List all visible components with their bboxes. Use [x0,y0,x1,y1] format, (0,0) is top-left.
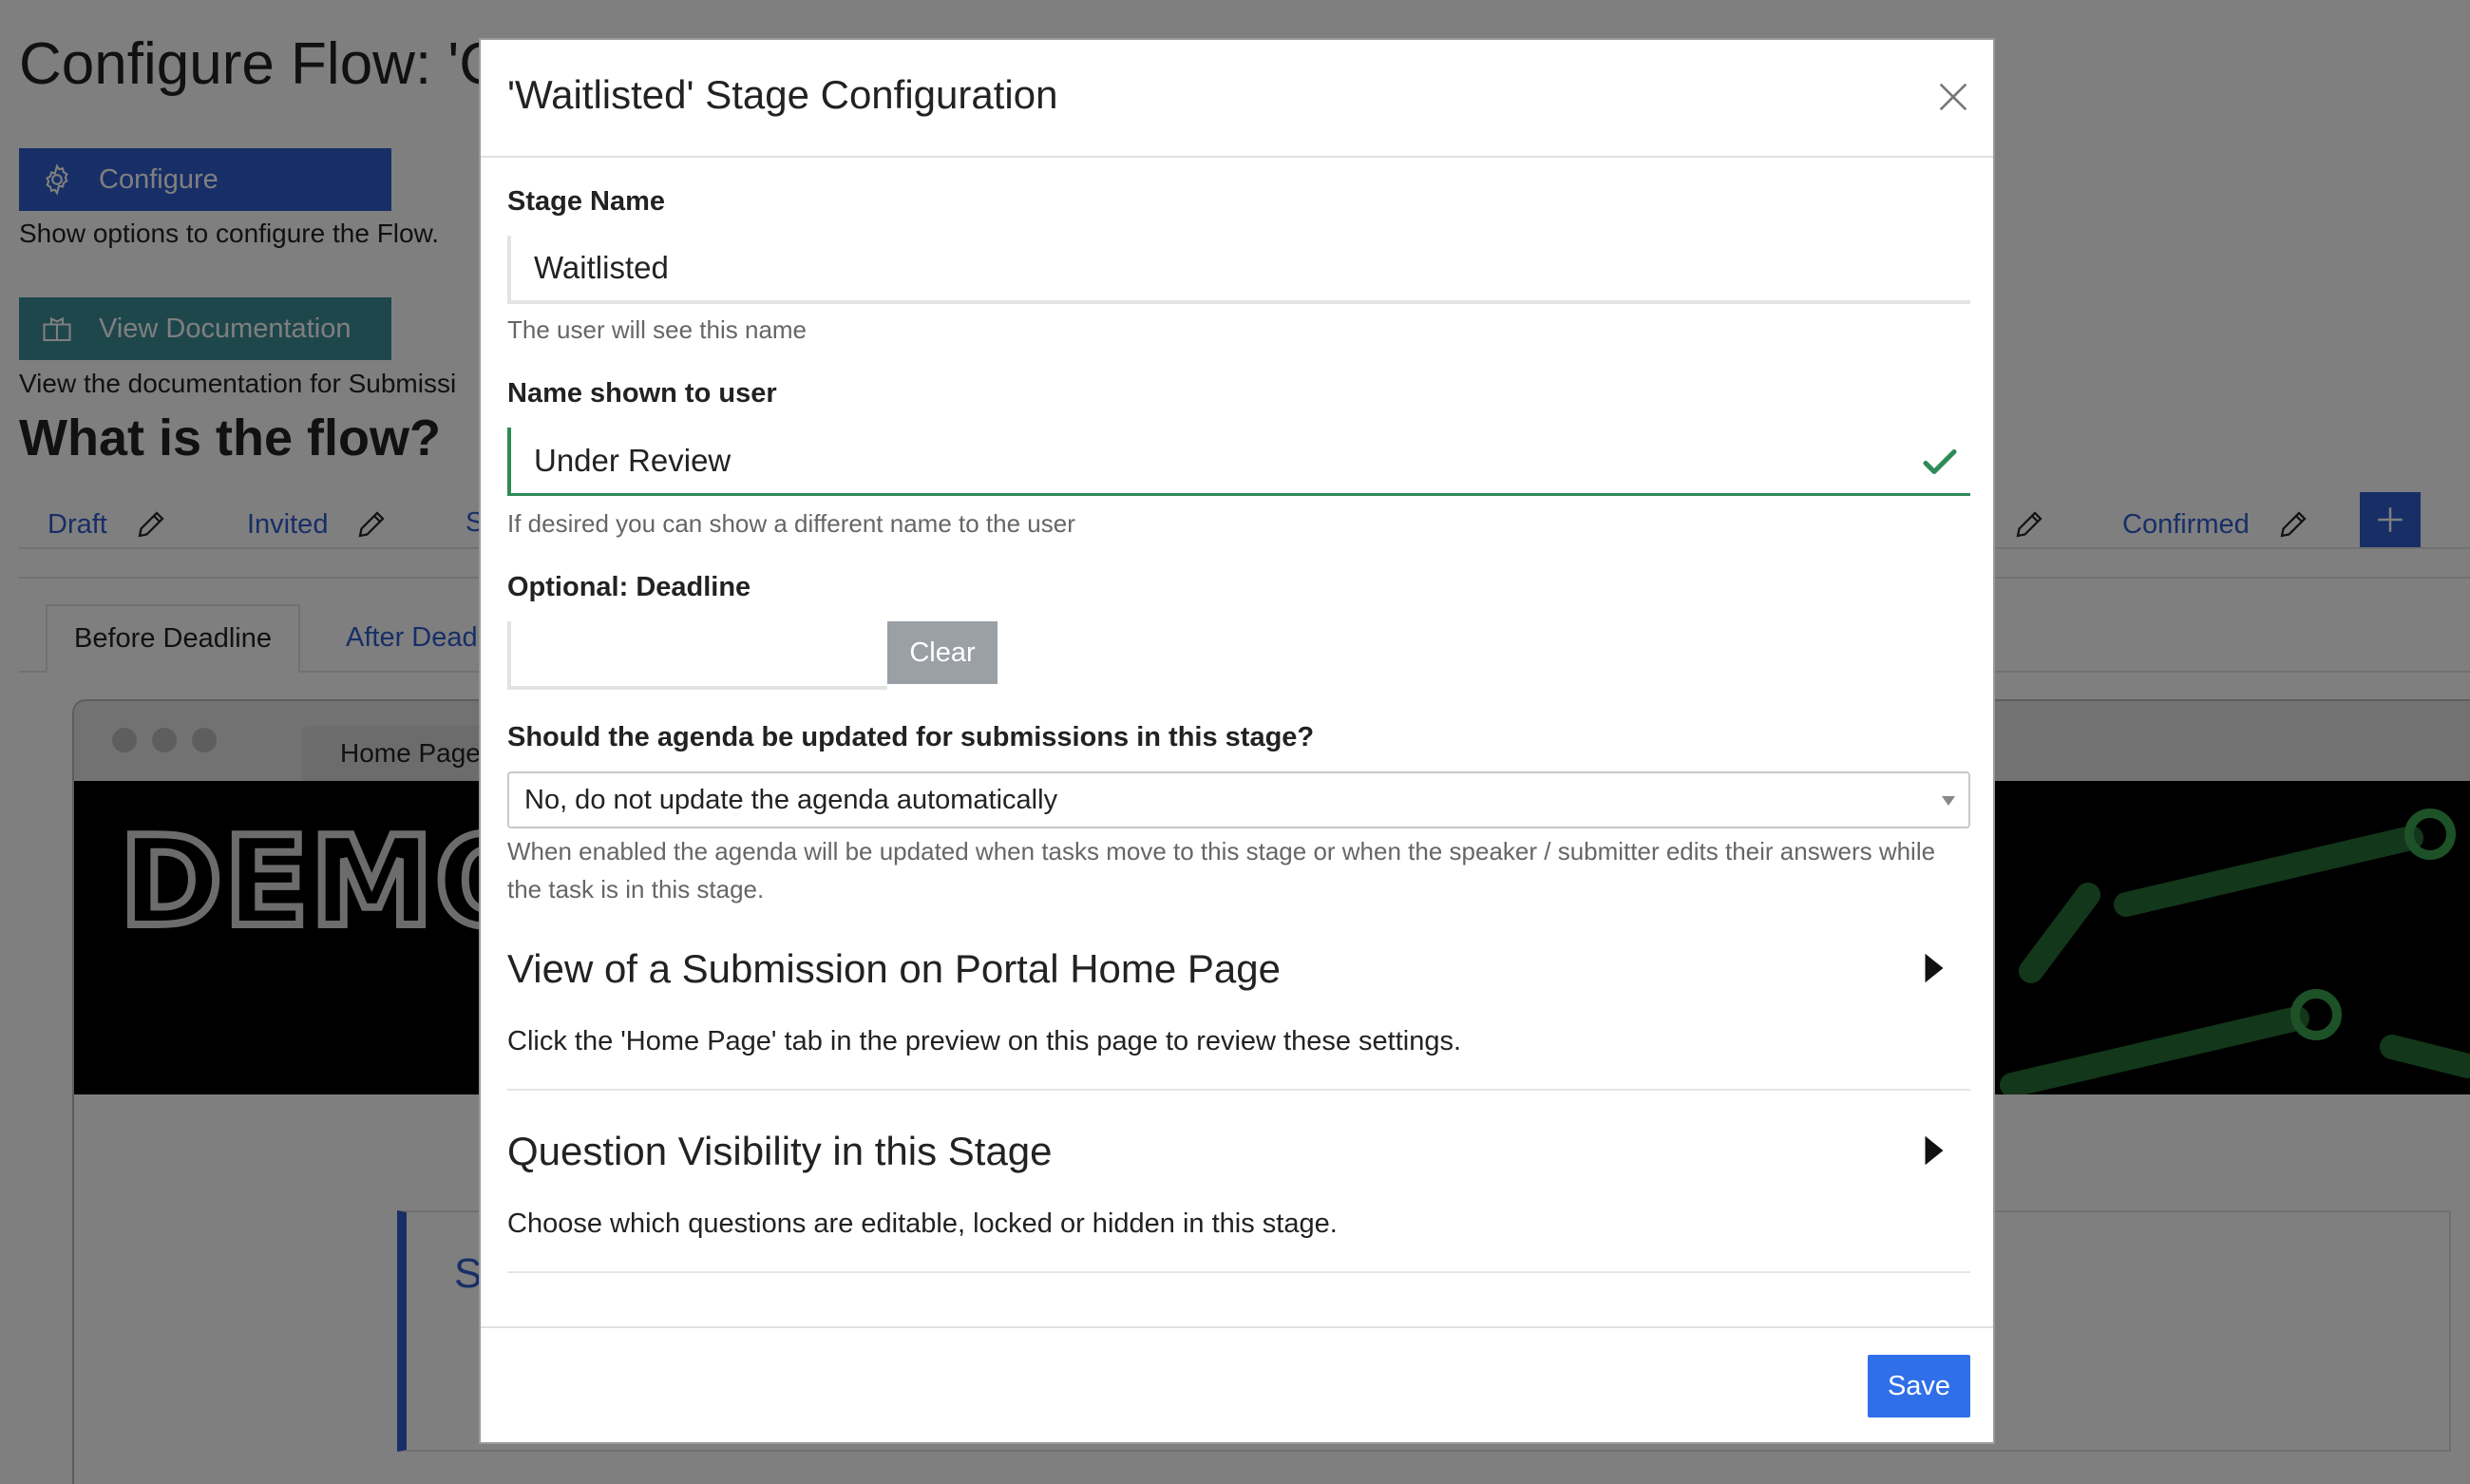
shown-name-help: If desired you can show a different name… [507,509,1075,538]
caret-right-icon[interactable] [1921,950,1948,986]
shown-name-input[interactable] [507,428,1970,496]
section-divider [507,1089,1970,1091]
agenda-select[interactable]: No, do not update the agenda automatical… [507,771,1970,828]
section-home-page-desc: Click the 'Home Page' tab in the preview… [507,1026,1462,1056]
stage-name-label: Stage Name [507,186,666,217]
deadline-label: Optional: Deadline [507,572,751,602]
agenda-select-value: No, do not update the agenda automatical… [524,784,1058,815]
chevron-down-icon [1942,796,1955,806]
stage-name-help: The user will see this name [507,315,808,344]
section-home-page-title[interactable]: View of a Submission on Portal Home Page [507,946,1281,992]
clear-deadline-button[interactable]: Clear [887,621,998,684]
stage-name-input[interactable] [507,236,1970,304]
stage-configuration-modal: 'Waitlisted' Stage Configuration Stage N… [479,38,1995,1444]
check-icon [1923,448,1957,475]
modal-title: 'Waitlisted' Stage Configuration [507,72,1058,117]
deadline-input[interactable] [507,621,887,690]
agenda-help: When enabled the agenda will be updated … [507,837,1936,904]
section-divider [507,1271,1970,1273]
section-question-visibility-title[interactable]: Question Visibility in this Stage [507,1129,1053,1174]
modal-header: 'Waitlisted' Stage Configuration [481,40,1993,158]
section-question-visibility-desc: Choose which questions are editable, loc… [507,1208,1338,1239]
shown-name-label: Name shown to user [507,378,777,409]
caret-right-icon[interactable] [1921,1132,1948,1169]
agenda-label: Should the agenda be updated for submiss… [507,722,1315,752]
close-icon[interactable] [1934,78,1972,116]
modal-footer-divider [481,1326,1993,1328]
save-button[interactable]: Save [1868,1355,1970,1417]
